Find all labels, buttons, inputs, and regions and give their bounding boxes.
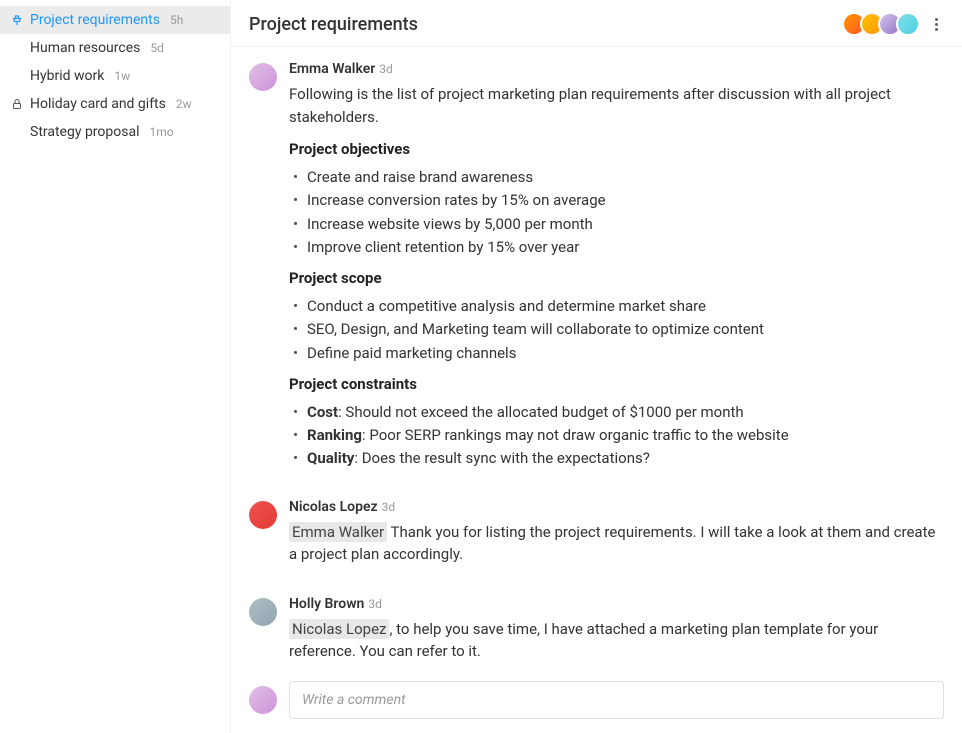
list-item: Increase website views by 5,000 per mont… — [307, 213, 944, 236]
main-panel: Project requirements Emma Walker 3d Fol — [230, 0, 962, 733]
list-item: Define paid marketing channels — [307, 342, 944, 365]
sidebar-item-time: 1w — [114, 69, 130, 83]
lock-icon — [10, 98, 24, 110]
section-heading: Project scope — [289, 269, 944, 287]
sidebar-item-human-resources[interactable]: Human resources 5d — [0, 34, 230, 62]
section-heading: Project objectives — [289, 140, 944, 158]
comment: Nicolas Lopez 3d Emma Walker Thank you f… — [249, 499, 944, 578]
comment-time: 3d — [379, 62, 393, 76]
list-item: Quality: Does the result sync with the e… — [307, 447, 944, 470]
comment-time: 3d — [382, 500, 396, 514]
avatar — [249, 598, 277, 626]
list-item: Conduct a competitive analysis and deter… — [307, 295, 944, 318]
avatar — [249, 501, 277, 529]
bullet-list: Create and raise brand awareness Increas… — [289, 166, 944, 259]
sidebar-item-strategy-proposal[interactable]: Strategy proposal 1mo — [0, 118, 230, 146]
avatar — [896, 12, 920, 36]
comment-text: Emma Walker Thank you for listing the pr… — [289, 521, 944, 566]
sidebar-item-time: 5h — [170, 13, 183, 27]
comment-author: Nicolas Lopez — [289, 499, 378, 515]
comment: Holly Brown 3d Nicolas Lopez, to help yo… — [249, 596, 944, 672]
participant-avatars[interactable] — [848, 12, 920, 36]
list-item: SEO, Design, and Marketing team will col… — [307, 318, 944, 341]
user-mention[interactable]: Emma Walker — [289, 522, 387, 542]
comment-author: Emma Walker — [289, 61, 375, 77]
header-controls — [848, 12, 944, 36]
pin-icon — [10, 14, 24, 26]
list-item: Create and raise brand awareness — [307, 166, 944, 189]
sidebar-item-label: Strategy proposal — [30, 124, 139, 140]
sidebar-item-hybrid-work[interactable]: Hybrid work 1w — [0, 62, 230, 90]
more-menu-button[interactable] — [928, 18, 944, 31]
list-item: Cost: Should not exceed the allocated bu… — [307, 401, 944, 424]
sidebar-item-time: 1mo — [149, 125, 173, 139]
comments-feed: Emma Walker 3d Following is the list of … — [231, 47, 962, 671]
sidebar-item-label: Holiday card and gifts — [30, 96, 166, 112]
comment-author: Holly Brown — [289, 596, 364, 612]
user-mention[interactable]: Nicolas Lopez — [289, 619, 389, 639]
comment-input[interactable]: Write a comment — [289, 681, 944, 719]
sidebar-item-time: 2w — [176, 97, 192, 111]
bullet-list: Cost: Should not exceed the allocated bu… — [289, 401, 944, 471]
sidebar: Project requirements 5h Human resources … — [0, 0, 230, 733]
section-heading: Project constraints — [289, 375, 944, 393]
list-item: Ranking: Poor SERP rankings may not draw… — [307, 424, 944, 447]
sidebar-item-label: Hybrid work — [30, 68, 104, 84]
sidebar-item-project-requirements[interactable]: Project requirements 5h — [0, 6, 230, 34]
avatar — [249, 686, 277, 714]
comment: Emma Walker 3d Following is the list of … — [249, 61, 944, 481]
comment-text: Nicolas Lopez, to help you save time, I … — [289, 618, 944, 663]
sidebar-item-label: Project requirements — [30, 12, 160, 28]
page-title: Project requirements — [249, 14, 418, 35]
list-item: Increase conversion rates by 15% on aver… — [307, 189, 944, 212]
comment-time: 3d — [368, 597, 382, 611]
sidebar-item-label: Human resources — [30, 40, 140, 56]
list-item: Improve client retention by 15% over yea… — [307, 236, 944, 259]
bullet-list: Conduct a competitive analysis and deter… — [289, 295, 944, 365]
avatar — [249, 63, 277, 91]
comment-text: Following is the list of project marketi… — [289, 83, 944, 128]
sidebar-item-holiday-card[interactable]: Holiday card and gifts 2w — [0, 90, 230, 118]
sidebar-item-time: 5d — [150, 41, 164, 55]
comment-composer: Write a comment — [231, 671, 962, 733]
header: Project requirements — [231, 0, 962, 47]
